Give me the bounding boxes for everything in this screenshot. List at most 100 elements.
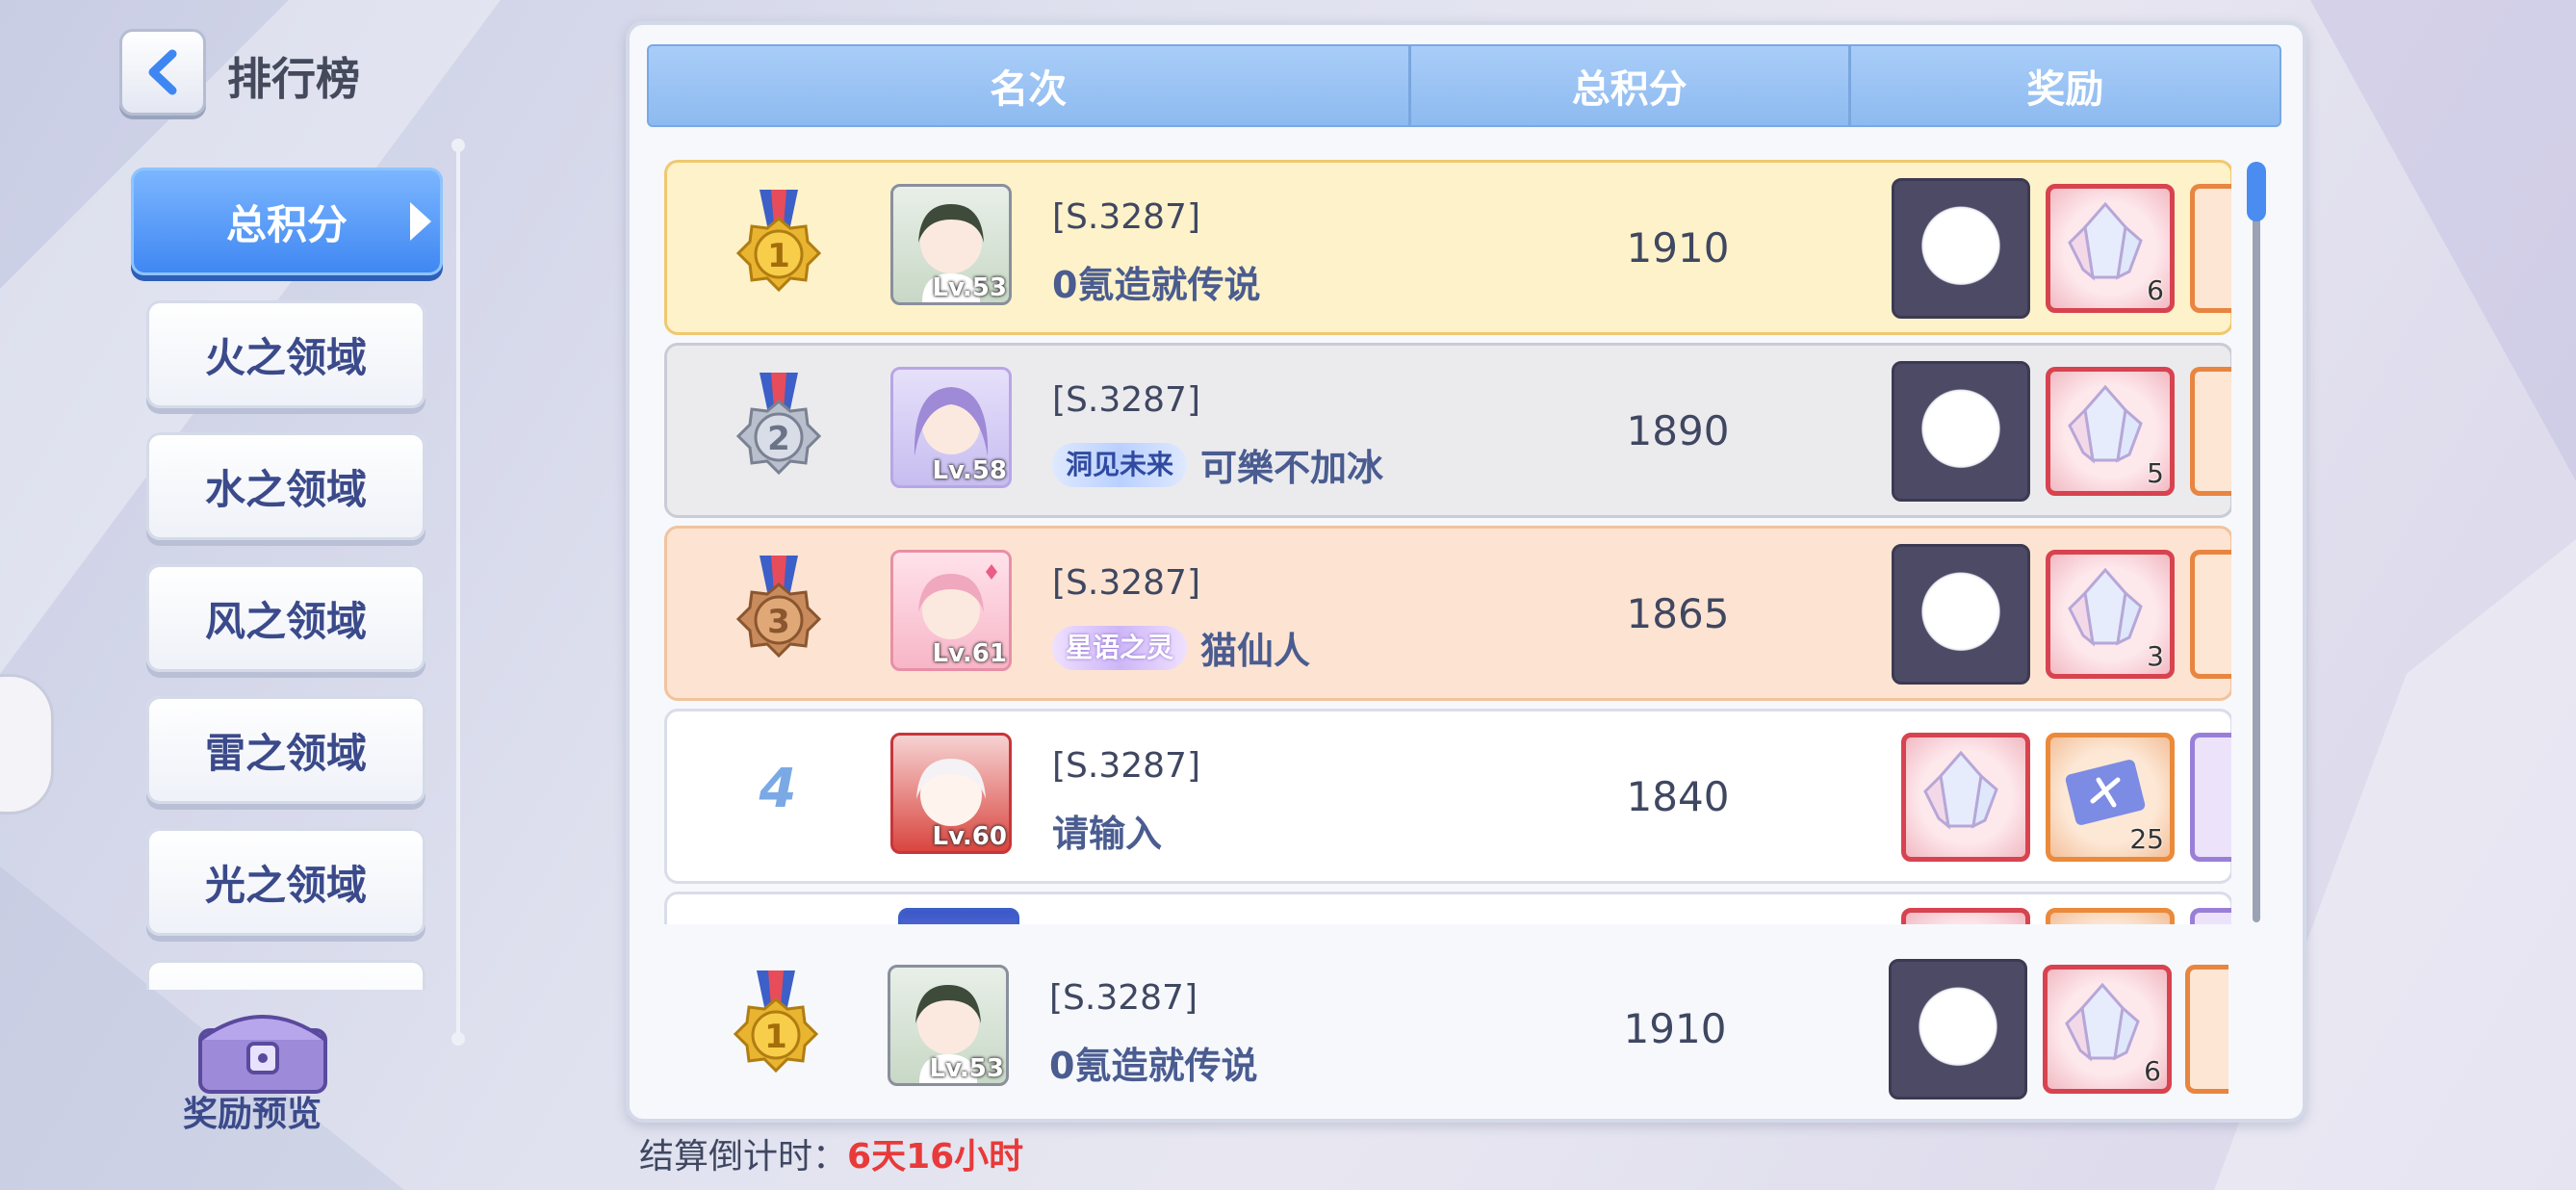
gold-medal-icon: 1	[735, 190, 822, 293]
sidebar-item-fire[interactable]: 火之领域	[146, 300, 425, 408]
reward-count: 6	[2147, 274, 2164, 306]
player-name-text: 请输入	[1052, 813, 1163, 855]
level-label: Lv.61	[932, 639, 1007, 668]
level-label: Lv.53	[929, 1054, 1004, 1083]
ranking-list[interactable]: 1 Lv.53 [S.3287] 0氪造就传说 1910 6 2 Lv.58 […	[662, 154, 2231, 924]
side-character-icon[interactable]	[0, 674, 54, 815]
score-value: 1890	[1626, 407, 1730, 454]
title-badge: 星语之灵	[1052, 625, 1188, 670]
server-label: [S.3287]	[1052, 563, 1201, 603]
table-row[interactable]	[664, 892, 2231, 924]
score-value: 1865	[1626, 590, 1730, 637]
server-label: [S.3287]	[1052, 746, 1201, 786]
crystal-icon	[2068, 384, 2143, 464]
table-row[interactable]: 1 Lv.53 [S.3287] 0氪造就传说 1910 6	[664, 160, 2231, 335]
reward-item-partial[interactable]	[2190, 367, 2231, 496]
table-header: 名次 总积分 奖励	[647, 44, 2281, 127]
sidebar-item-total-score[interactable]: 总积分	[131, 168, 443, 275]
settlement-countdown: 结算倒计时：6天16小时	[639, 1128, 1023, 1178]
reward-item-partial[interactable]	[2190, 550, 2231, 679]
reward-item-partial[interactable]	[2190, 908, 2231, 924]
sidebar-item-label: 水之领域	[204, 465, 367, 513]
column-header-score: 总积分	[1407, 46, 1848, 125]
medal-rank-number: 3	[767, 603, 790, 641]
server-label: [S.3287]	[1052, 380, 1201, 420]
reward-item-partial[interactable]	[2190, 733, 2231, 862]
title-badge: 洞见未来	[1052, 442, 1188, 487]
crystal-icon	[2068, 201, 2143, 281]
avatar-frame-reward-icon[interactable]	[1892, 544, 2030, 685]
table-row[interactable]: 2 Lv.58 [S.3287] 洞见未来 可樂不加冰 1890 5	[664, 343, 2231, 518]
server-label: [S.3287]	[1052, 197, 1201, 237]
column-header-rank: 名次	[990, 67, 1068, 112]
reward-item-partial[interactable]	[2185, 965, 2228, 1094]
crystal-reward-icon[interactable]	[1901, 908, 2030, 924]
player-name-text: 0氪造就传说	[1052, 264, 1261, 306]
avatar[interactable]: Lv.58	[890, 367, 1012, 488]
sidebar-item-light[interactable]: 光之领域	[146, 828, 425, 936]
sidebar-item-wind[interactable]: 风之领域	[146, 564, 425, 672]
avatar[interactable]: Lv.61	[890, 550, 1012, 671]
player-name-text: 猫仙人	[1200, 630, 1311, 672]
chevron-left-icon	[148, 49, 177, 95]
sidebar-item-label: 火之领域	[204, 333, 367, 381]
avatar-frame-reward-icon[interactable]	[1892, 361, 2030, 502]
avatar-frame-reward-icon[interactable]	[1889, 959, 2027, 1099]
avatar[interactable]: Lv.60	[890, 733, 1012, 854]
player-name: 请输入	[1052, 804, 1162, 857]
sidebar-item-label: 风之领域	[204, 597, 367, 645]
reward-item-partial[interactable]	[2190, 184, 2231, 313]
table-row[interactable]: 4 Lv.60 [S.3287] 请输入 1840 25	[664, 709, 2231, 884]
level-label: Lv.60	[932, 822, 1007, 851]
sidebar-item-water[interactable]: 水之领域	[146, 432, 425, 540]
sidebar-item-thunder[interactable]: 雷之领域	[146, 696, 425, 804]
rank-number: 4	[759, 758, 797, 820]
gold-medal-icon: 1	[733, 970, 819, 1074]
ticket-reward-icon[interactable]	[2046, 908, 2175, 924]
reward-preview-label[interactable]: 奖励预览	[183, 1086, 322, 1136]
treasure-chest-icon[interactable]	[193, 1001, 333, 1098]
chevron-right-icon	[410, 202, 431, 241]
scrollbar-thumb[interactable]	[2247, 162, 2266, 221]
bronze-medal-icon: 3	[735, 556, 822, 659]
avatar[interactable]: Lv.53	[890, 184, 1012, 305]
scrollbar-track[interactable]	[2253, 162, 2260, 922]
back-button[interactable]	[119, 29, 206, 116]
sidebar-item-label: 雷之领域	[204, 729, 367, 777]
reward-count: 25	[2129, 823, 2164, 855]
crystal-reward-icon[interactable]: 6	[2043, 965, 2172, 1094]
score-value: 1910	[1623, 1005, 1727, 1052]
reward-count: 3	[2147, 640, 2164, 672]
server-label: [S.3287]	[1049, 978, 1198, 1018]
reward-count: 6	[2144, 1055, 2161, 1087]
player-name: 洞见未来 可樂不加冰	[1052, 438, 1383, 491]
player-name-text: 可樂不加冰	[1200, 447, 1384, 489]
table-row[interactable]: 3 Lv.61 [S.3287] 星语之灵 猫仙人 1865 3	[664, 526, 2231, 701]
countdown-value: 6天16小时	[847, 1137, 1024, 1177]
medal-rank-number: 1	[767, 237, 790, 275]
crystal-reward-icon[interactable]: 6	[2046, 184, 2175, 313]
avatar[interactable]	[898, 908, 1019, 924]
player-name: 0氪造就传说	[1049, 1036, 1257, 1089]
silver-medal-icon: 2	[735, 373, 822, 476]
medal-rank-number: 2	[767, 420, 790, 458]
crystal-reward-icon[interactable]	[1901, 733, 2030, 862]
crystal-icon	[2065, 982, 2140, 1062]
sidebar-item-next[interactable]	[146, 960, 425, 990]
sidebar-item-label: 光之领域	[204, 861, 367, 909]
countdown-label: 结算倒计时：	[639, 1137, 848, 1177]
sidebar-scroll-line	[451, 139, 465, 1046]
avatar-frame-reward-icon[interactable]	[1892, 178, 2030, 319]
crystal-icon	[1923, 750, 1998, 830]
player-name: 0氪造就传说	[1052, 255, 1260, 308]
avatar[interactable]: Lv.53	[888, 965, 1009, 1086]
sidebar: 总积分 火之领域 水之领域 风之领域 雷之领域 光之领域	[125, 162, 452, 990]
crystal-reward-icon[interactable]: 3	[2046, 550, 2175, 679]
reward-count: 5	[2147, 457, 2164, 489]
score-value: 1840	[1626, 773, 1730, 820]
ticket-reward-icon[interactable]: 25	[2046, 733, 2175, 862]
medal-rank-number: 1	[764, 1018, 787, 1056]
page-title: 排行榜	[227, 53, 360, 105]
my-rank-row[interactable]: 1 Lv.53 [S.3287] 0氪造就传说 1910 6	[664, 944, 2228, 1113]
crystal-reward-icon[interactable]: 5	[2046, 367, 2175, 496]
